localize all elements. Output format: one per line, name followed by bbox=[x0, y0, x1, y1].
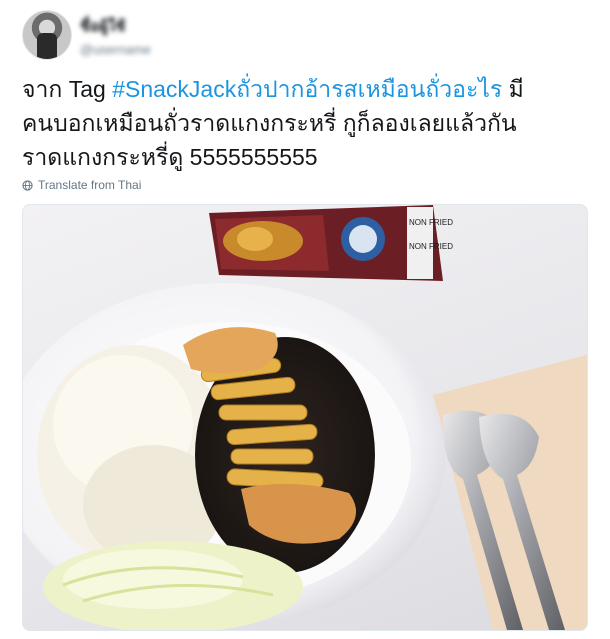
translate-label[interactable]: Translate from Thai bbox=[38, 178, 141, 192]
tweet-text: จาก Tag #SnackJackถั่วปากอ้ารสเหมือนถั่ว… bbox=[22, 72, 592, 174]
snack-bag-text: NON FRIED bbox=[409, 242, 453, 251]
tweet-text-prefix: จาก Tag bbox=[22, 76, 113, 102]
avatar[interactable] bbox=[22, 10, 72, 60]
translate-link[interactable]: Translate from Thai bbox=[22, 178, 141, 192]
tweet-text-line3: ราดแกงกระหรี่ดู 5555555555 bbox=[22, 144, 318, 170]
author-name[interactable]: ชื่อผู้ใช้ bbox=[80, 14, 220, 38]
globe-icon bbox=[22, 179, 33, 191]
tweet-text-line2: คนบอกเหมือนถั่วราดแกงกระหรี่ กูก็ลองเลยแ… bbox=[22, 110, 517, 136]
snack-bag-text: NON FRIED bbox=[409, 218, 453, 227]
hashtag-link[interactable]: #SnackJackถั่วปากอ้ารสเหมือนถั่วอะไร bbox=[112, 76, 502, 102]
tweet-text-line1-suffix: มี bbox=[502, 76, 524, 102]
snack-bag: NON FRIED NON FRIED bbox=[209, 205, 453, 281]
user-info[interactable]: ชื่อผู้ใช้ @username bbox=[80, 14, 220, 57]
curry-photo: NON FRIED NON FRIED bbox=[23, 205, 587, 630]
cabbage bbox=[43, 541, 303, 630]
tweet-photo[interactable]: NON FRIED NON FRIED bbox=[22, 204, 588, 631]
author-handle[interactable]: @username bbox=[80, 42, 220, 57]
